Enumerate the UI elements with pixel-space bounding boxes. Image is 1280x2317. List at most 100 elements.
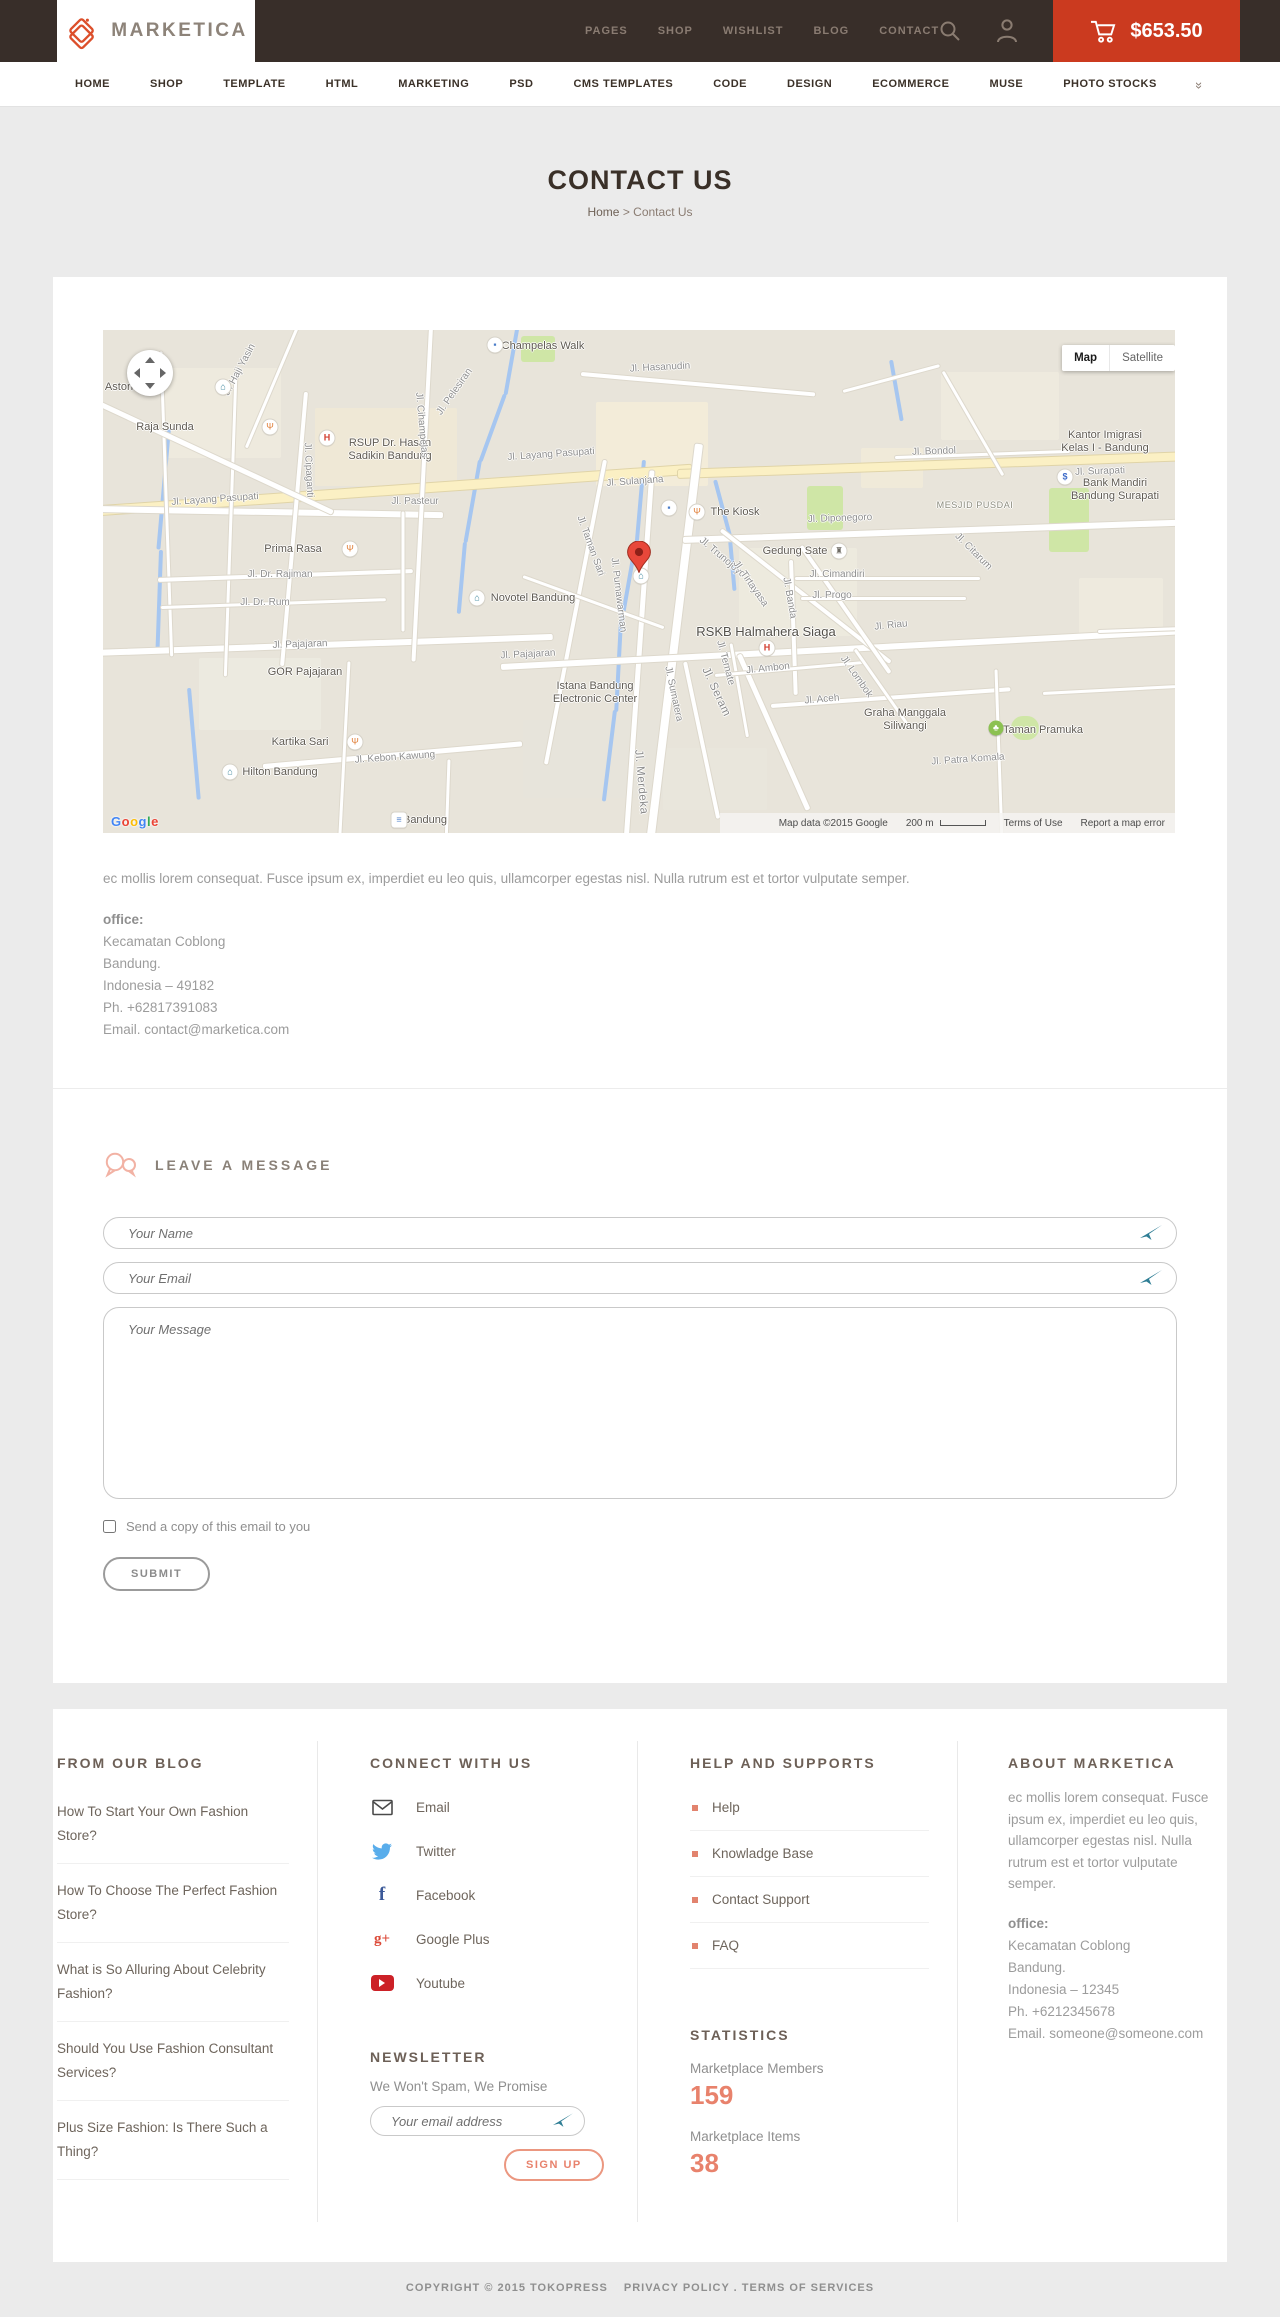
map-label: Jl. Pajajaran xyxy=(500,647,556,662)
footer-help-column: HELP AND SUPPORTS Help Knowladge Base Co… xyxy=(638,1741,958,2222)
map-poi-icon: ⌂ xyxy=(222,764,238,780)
privacy-policy-link[interactable]: PRIVACY POLICY xyxy=(624,2282,730,2294)
satellite-view-button[interactable]: Satellite xyxy=(1109,345,1175,371)
email-icon xyxy=(371,1799,393,1815)
map-label: Jl. Kebon Kawung xyxy=(354,749,436,766)
map-data-credit: Map data ©2015 Google xyxy=(778,817,888,829)
category-nav-link[interactable]: MUSE xyxy=(989,78,1023,90)
map-label: Jl. Bondol xyxy=(911,445,957,458)
top-nav-link[interactable]: WISHLIST xyxy=(723,25,784,37)
map-label: Jl. Dr. Rajiman xyxy=(247,569,313,580)
about-address-line: Email. someone@someone.com xyxy=(1008,2025,1204,2041)
map-scale-bar xyxy=(939,820,986,826)
square-bullet-icon xyxy=(692,1804,698,1811)
email-field-wrap xyxy=(103,1262,1177,1294)
category-nav-link[interactable]: CODE xyxy=(713,78,747,90)
brand-logo[interactable]: MARKETICA xyxy=(57,0,255,62)
help-link[interactable]: Knowladge Base xyxy=(690,1831,929,1877)
map-poi-icon: ▪ xyxy=(661,500,677,516)
help-link[interactable]: Help xyxy=(690,1785,929,1831)
youtube-icon xyxy=(370,1975,394,1991)
social-link[interactable]: g+ Google Plus xyxy=(370,1917,609,1961)
category-nav-link[interactable]: DESIGN xyxy=(787,78,832,90)
name-input[interactable] xyxy=(103,1217,1177,1249)
map-scale-label: 200 m xyxy=(905,817,934,829)
map-scale: 200 m xyxy=(906,818,986,829)
pan-up-arrow-icon[interactable] xyxy=(145,357,155,363)
category-nav-link[interactable]: MARKETING xyxy=(398,78,469,90)
help-link[interactable]: FAQ xyxy=(690,1923,929,1969)
social-link[interactable]: Youtube xyxy=(370,1961,609,2005)
blog-post-link[interactable]: How To Start Your Own Fashion Store? xyxy=(57,1785,289,1864)
map-label: Jl. Layang Pasupati xyxy=(507,445,595,464)
more-categories-chevron-icon[interactable]: » xyxy=(1192,82,1207,89)
terms-of-services-link[interactable]: TERMS OF SERVICES xyxy=(742,2282,874,2294)
pan-left-arrow-icon[interactable] xyxy=(134,368,140,378)
map-label: Taman Pramuka xyxy=(1002,724,1084,736)
form-heading: LEAVE A MESSAGE xyxy=(155,1157,333,1173)
report-map-error-link[interactable]: Report a map error xyxy=(1081,818,1165,829)
map-road xyxy=(1042,681,1175,695)
statistics-heading: STATISTICS xyxy=(690,2027,790,2043)
map-label: Jl. Pajajaran xyxy=(272,638,328,651)
blog-post-link[interactable]: Plus Size Fashion: Is There Such a Thing… xyxy=(57,2101,289,2180)
map-label: The Kiosk xyxy=(710,506,760,518)
top-nav-link[interactable]: PAGES xyxy=(585,25,628,37)
help-link[interactable]: Contact Support xyxy=(690,1877,929,1923)
terms-of-use-link[interactable]: Terms of Use xyxy=(1004,818,1063,829)
submit-button[interactable]: SUBMIT xyxy=(103,1557,211,1591)
blog-post-link[interactable]: Should You Use Fashion Consultant Servic… xyxy=(57,2022,289,2101)
social-link[interactable]: f Facebook xyxy=(370,1873,609,1917)
email-input[interactable] xyxy=(103,1262,1177,1294)
map-label: Kantor Imigrasi Kelas I - Bandung xyxy=(1061,429,1149,454)
statistic-item: Marketplace Items 38 xyxy=(690,2129,929,2179)
map-marker-icon[interactable] xyxy=(627,541,651,573)
newsletter-heading: NEWSLETTER xyxy=(370,2049,487,2065)
map-label: Jl. Aceh xyxy=(804,692,840,707)
top-nav-link[interactable]: BLOG xyxy=(813,25,849,37)
category-nav-link[interactable]: SHOP xyxy=(150,78,183,90)
message-textarea[interactable] xyxy=(103,1307,1177,1499)
category-nav-link[interactable]: PSD xyxy=(509,78,533,90)
map-river xyxy=(463,459,482,544)
about-address-line: Ph. +6212345678 xyxy=(1008,2003,1115,2019)
chat-bubbles-icon xyxy=(105,1152,136,1178)
google-map[interactable]: Map Satellite Google Map data ©2015 Goog… xyxy=(103,330,1175,833)
map-road xyxy=(543,459,607,765)
top-nav-link[interactable]: CONTACT xyxy=(879,25,939,37)
user-account-icon[interactable] xyxy=(996,18,1018,49)
footer-connect-column: CONNECT WITH US Email Twitter f Facebook… xyxy=(318,1741,638,2222)
search-icon[interactable] xyxy=(938,19,962,48)
category-navigation: HOME SHOP TEMPLATE HTML MARKETING PSD CMS TEMP… xyxy=(0,62,1280,107)
category-nav-link[interactable]: PHOTO STOCKS xyxy=(1063,78,1157,90)
social-link[interactable]: Email xyxy=(370,1785,609,1829)
blog-post-link[interactable]: What is So Alluring About Celebrity Fash… xyxy=(57,1943,289,2022)
social-label: Twitter xyxy=(416,1843,456,1859)
category-nav-link[interactable]: TEMPLATE xyxy=(223,78,285,90)
map-river xyxy=(478,393,507,463)
cart-icon xyxy=(1091,20,1116,43)
tag-logo-icon xyxy=(69,18,95,50)
blog-post-link[interactable]: How To Choose The Perfect Fashion Store? xyxy=(57,1864,289,1943)
map-poi-icon: H xyxy=(319,430,335,446)
category-nav-link[interactable]: HOME xyxy=(75,78,110,90)
google-logo[interactable]: Google xyxy=(111,814,159,829)
map-view-button[interactable]: Map xyxy=(1062,345,1110,371)
cart-button[interactable]: $653.50 xyxy=(1053,0,1240,62)
breadcrumb-home-link[interactable]: Home xyxy=(587,205,619,219)
map-road xyxy=(280,391,308,667)
social-link[interactable]: Twitter xyxy=(370,1829,609,1873)
map-pan-control[interactable] xyxy=(127,350,173,396)
send-copy-checkbox[interactable] xyxy=(103,1520,116,1533)
twitter-icon xyxy=(372,1842,392,1860)
newsletter-signup-button[interactable]: SIGN UP xyxy=(504,2149,604,2181)
address-line: Ph. +62817391083 xyxy=(103,1000,218,1015)
pan-right-arrow-icon[interactable] xyxy=(160,368,166,378)
category-nav-link[interactable]: CMS TEMPLATES xyxy=(573,78,673,90)
category-nav-link[interactable]: HTML xyxy=(326,78,359,90)
pan-down-arrow-icon[interactable] xyxy=(145,383,155,389)
map-label: Jl. Riau xyxy=(873,618,909,633)
top-nav-link[interactable]: SHOP xyxy=(658,25,693,37)
cart-total: $653.50 xyxy=(1130,19,1203,42)
category-nav-link[interactable]: ECOMMERCE xyxy=(872,78,949,90)
